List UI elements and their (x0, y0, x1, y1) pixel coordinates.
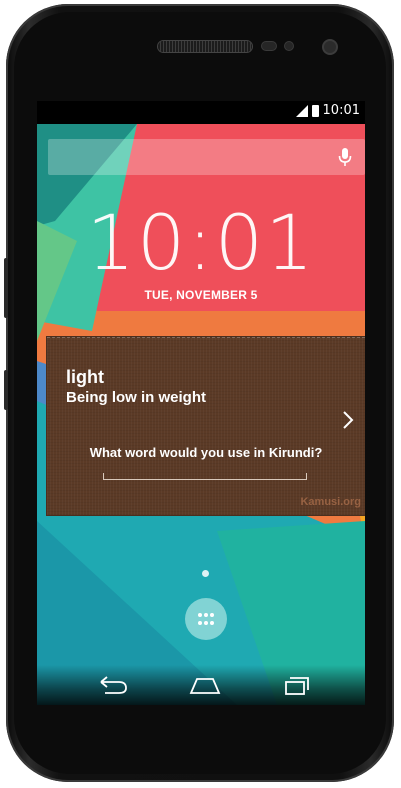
proximity-sensor (262, 42, 276, 50)
home-icon[interactable] (185, 673, 225, 697)
kamusi-watermark: Kamusi.org (300, 496, 361, 508)
navigation-bar (37, 665, 365, 705)
chevron-right-icon[interactable] (341, 409, 355, 431)
front-camera (324, 41, 336, 53)
kamusi-widget: light Being low in weight What word woul… (47, 337, 365, 515)
lockscreen-clock: 10:01 (86, 198, 316, 287)
light-sensor (285, 42, 293, 50)
phone-screen: 10:01 10:01 TUE, NOVEMBER 5 light Being … (37, 101, 365, 705)
battery-icon (311, 105, 319, 117)
status-time: 10:01 (322, 103, 360, 118)
widget-question: What word would you use in Kirundi? (89, 445, 323, 460)
answer-input[interactable] (103, 473, 307, 480)
app-drawer-button[interactable] (185, 598, 227, 640)
volume-button (4, 258, 8, 318)
app-drawer-icon (198, 613, 214, 625)
signal-icon (295, 105, 308, 117)
back-icon[interactable] (93, 673, 133, 697)
widget-top-edge (47, 337, 365, 339)
earpiece-speaker (158, 41, 252, 52)
lockscreen-date: TUE, NOVEMBER 5 (144, 288, 258, 302)
power-button (4, 370, 8, 410)
page-indicator (202, 570, 209, 577)
search-bar[interactable] (48, 139, 365, 175)
widget-definition: Being low in weight (66, 389, 206, 406)
widget-word: light (66, 367, 104, 387)
recents-icon[interactable] (277, 673, 317, 697)
mic-icon[interactable] (337, 147, 353, 167)
status-bar: 10:01 (37, 101, 365, 124)
